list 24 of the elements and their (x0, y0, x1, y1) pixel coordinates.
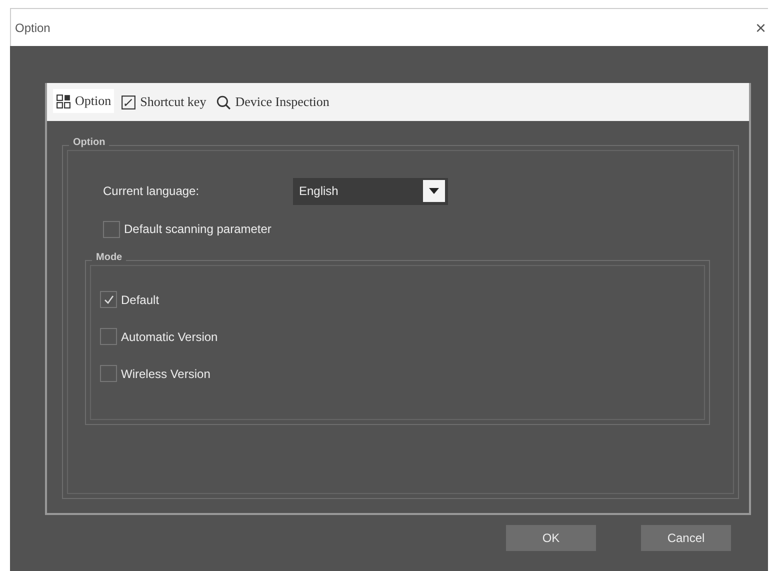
close-button[interactable]: × (755, 18, 768, 36)
checkbox[interactable] (100, 291, 117, 308)
grid-icon (56, 94, 71, 108)
checkbox[interactable] (103, 220, 120, 238)
checkbox-label: Default scanning parameter (124, 222, 272, 236)
window-title: Option (14, 20, 50, 34)
checkbox-label: Wireless Version (121, 366, 210, 380)
field-label: Current language: (103, 184, 200, 198)
group-title: Mode (92, 252, 126, 263)
group-title: Option (69, 137, 110, 148)
checkbox[interactable] (100, 365, 117, 382)
edit-icon (121, 94, 136, 110)
checkmark-icon (102, 294, 114, 306)
language-dropdown[interactable]: English (293, 178, 448, 204)
checkbox[interactable] (100, 328, 117, 345)
dialog-button[interactable]: Cancel (641, 525, 731, 551)
tab[interactable]: Shortcut key (118, 90, 210, 114)
search-icon (216, 94, 232, 110)
checkbox-label: Default (121, 292, 160, 306)
tab[interactable]: Option (53, 89, 114, 115)
tab[interactable]: Device Inspection (213, 90, 332, 114)
dialog-button[interactable]: OK (506, 525, 596, 551)
caret-icon (423, 180, 445, 202)
checkbox-label: Automatic Version (121, 330, 218, 344)
